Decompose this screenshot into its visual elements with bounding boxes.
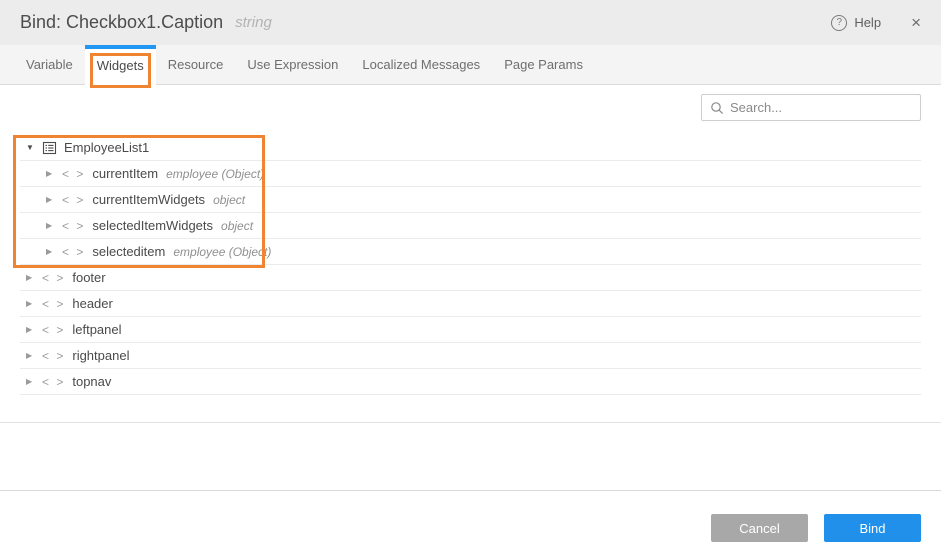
search-icon [710,101,724,115]
tree-row-selecteditemwidgets[interactable]: ▶ < > selectedItemWidgets object [20,213,921,239]
tree-row-header[interactable]: ▶ < > header [20,291,921,317]
tab-widgets[interactable]: Widgets [85,45,156,85]
tree-node-label: header [72,296,112,311]
code-icon: < > [62,193,85,207]
dialog-footer: Cancel Bind [0,490,941,557]
content-divider [0,422,941,423]
tree-row-currentitem[interactable]: ▶ < > currentItem employee (Object) [20,161,921,187]
tab-variable[interactable]: Variable [14,45,85,85]
cancel-button[interactable]: Cancel [711,514,808,542]
tree-node-label: rightpanel [72,348,129,363]
help-button[interactable]: ? Help [831,15,881,31]
bind-dialog: Bind: Checkbox1.Caption string ? Help × … [0,0,941,557]
caret-right-icon[interactable]: ▶ [46,196,62,204]
tree-row-employeelist1[interactable]: ▼ EmployeeList1 [20,135,921,161]
tree-row-leftpanel[interactable]: ▶ < > leftpanel [20,317,921,343]
tree-node-label: currentItem [92,166,158,181]
tab-widgets-label: Widgets [97,58,144,73]
caret-down-icon[interactable]: ▼ [26,144,42,152]
tree-node-type: employee (Object) [173,245,271,259]
caret-right-icon[interactable]: ▶ [46,248,62,256]
tab-bar: Variable Widgets Resource Use Expression… [0,45,941,85]
code-icon: < > [42,375,65,389]
search-input[interactable] [730,100,912,115]
tree-row-selecteditem[interactable]: ▶ < > selecteditem employee (Object) [20,239,921,265]
tab-use-expression[interactable]: Use Expression [235,45,350,85]
dialog-title: Bind: Checkbox1.Caption [20,12,223,33]
caret-right-icon[interactable]: ▶ [46,170,62,178]
tree-node-type: employee (Object) [166,167,264,181]
tree-node-label: selecteditem [92,244,165,259]
caret-right-icon[interactable]: ▶ [26,274,42,282]
caret-right-icon[interactable]: ▶ [46,222,62,230]
tree-node-label: currentItemWidgets [92,192,205,207]
tree-row-footer[interactable]: ▶ < > footer [20,265,921,291]
code-icon: < > [42,323,65,337]
close-icon[interactable]: × [911,14,921,31]
tree-row-currentitemwidgets[interactable]: ▶ < > currentItemWidgets object [20,187,921,213]
code-icon: < > [42,271,65,285]
caret-right-icon[interactable]: ▶ [26,326,42,334]
tree-node-label: leftpanel [72,322,121,337]
tree-row-rightpanel[interactable]: ▶ < > rightpanel [20,343,921,369]
code-icon: < > [62,245,85,259]
code-icon: < > [62,167,85,181]
widget-tree: ▼ EmployeeList1 ▶ < > currentItem employ… [0,135,941,395]
help-icon: ? [831,15,847,31]
bind-button[interactable]: Bind [824,514,921,542]
code-icon: < > [42,297,65,311]
code-icon: < > [42,349,65,363]
tree-node-label: footer [72,270,105,285]
search-box[interactable] [701,94,921,121]
bound-value-type: string [235,14,272,31]
tree-node-label: EmployeeList1 [64,140,149,155]
caret-right-icon[interactable]: ▶ [26,378,42,386]
tab-page-params[interactable]: Page Params [492,45,595,85]
code-icon: < > [62,219,85,233]
help-label: Help [854,15,881,30]
tree-node-type: object [221,219,253,233]
tree-node-label: selectedItemWidgets [92,218,213,233]
tab-resource[interactable]: Resource [156,45,236,85]
list-widget-icon [42,141,57,155]
search-row [0,85,941,121]
dialog-header: Bind: Checkbox1.Caption string ? Help × [0,0,941,45]
tree-node-label: topnav [72,374,111,389]
caret-right-icon[interactable]: ▶ [26,352,42,360]
caret-right-icon[interactable]: ▶ [26,300,42,308]
tree-row-topnav[interactable]: ▶ < > topnav [20,369,921,395]
tab-localized-messages[interactable]: Localized Messages [350,45,492,85]
tree-node-type: object [213,193,245,207]
